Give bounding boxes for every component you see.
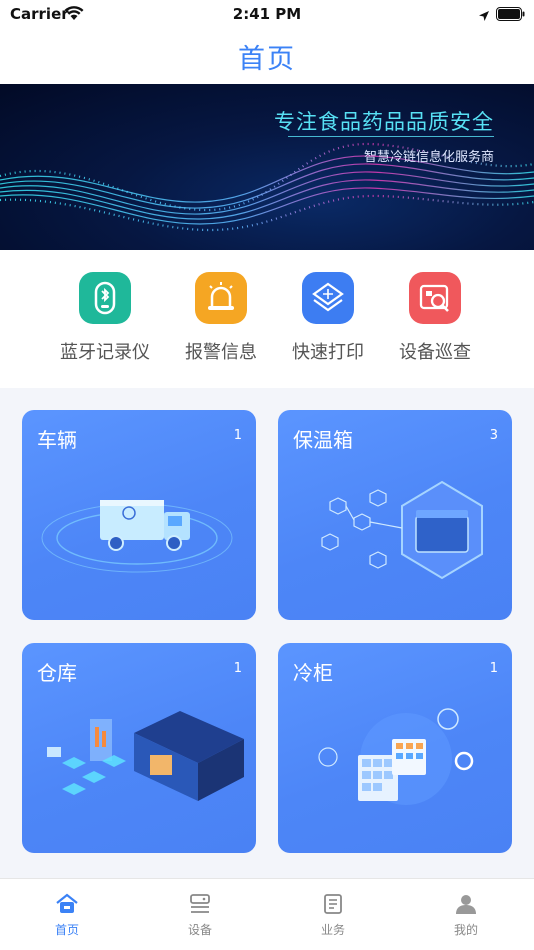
card-title: 仓库 (37, 661, 77, 685)
card-freezer[interactable]: 冷柜 1 (278, 643, 512, 853)
card-warehouse[interactable]: 仓库 1 (22, 643, 256, 853)
tab-label: 我的 (453, 923, 478, 937)
card-count: 1 (233, 428, 242, 443)
banner-divider (288, 136, 494, 137)
quick-action-label: 蓝牙记录仪 (60, 342, 150, 363)
card-vehicle[interactable]: 车辆 1 (22, 410, 256, 620)
card-insulated-box[interactable]: 保温箱 3 (278, 410, 512, 620)
battery-icon (496, 6, 526, 25)
home-icon (56, 893, 78, 913)
tab-profile[interactable]: 我的 (426, 893, 506, 938)
quick-action-label: 报警信息 (185, 342, 257, 363)
device-category-grid: 车辆 1 保温箱 3 仓库 1 冷柜 1 (0, 388, 534, 878)
status-bar: Carrier 2:41 PM (0, 0, 534, 28)
device-icon (190, 894, 210, 913)
tab-bar: 首页 设备 业务 我的 (0, 878, 534, 950)
inspection-icon (409, 272, 461, 324)
card-count: 3 (489, 428, 498, 443)
quick-action-bluetooth-recorder[interactable]: 蓝牙记录仪 (45, 272, 165, 364)
quick-action-fast-print[interactable]: 快速打印 (268, 272, 388, 364)
business-icon (324, 894, 342, 914)
card-count: 1 (233, 661, 242, 676)
tab-device[interactable]: 设备 (160, 893, 240, 938)
bluetooth-recorder-icon (79, 272, 131, 324)
quick-action-label: 快速打印 (292, 342, 364, 363)
card-title: 车辆 (37, 428, 77, 452)
alarm-icon (195, 272, 247, 324)
banner-title: 专注食品药品品质安全 (274, 110, 494, 134)
quick-action-label: 设备巡查 (399, 342, 471, 363)
quick-actions: 蓝牙记录仪 报警信息 快速打印 设备巡查 (0, 250, 534, 388)
quick-action-inspection[interactable]: 设备巡查 (375, 272, 495, 364)
tab-business[interactable]: 业务 (293, 893, 373, 938)
profile-icon (456, 895, 476, 914)
card-count: 1 (489, 661, 498, 676)
location-arrow-icon (478, 7, 490, 26)
banner-subtitle: 智慧冷链信息化服务商 (363, 150, 494, 165)
card-title: 保温箱 (293, 428, 353, 452)
navigation-bar: 首页 (0, 28, 534, 84)
print-layers-icon (302, 272, 354, 324)
tab-label: 设备 (187, 923, 212, 937)
clock-label: 2:41 PM (232, 5, 302, 23)
quick-action-alarm[interactable]: 报警信息 (161, 272, 281, 364)
card-title: 冷柜 (293, 661, 333, 685)
tab-label: 首页 (54, 923, 79, 937)
tab-home[interactable]: 首页 (27, 893, 107, 938)
tab-label: 业务 (320, 923, 345, 937)
page-title: 首页 (238, 44, 296, 75)
banner[interactable]: 专注食品药品品质安全 智慧冷链信息化服务商 (0, 84, 534, 250)
